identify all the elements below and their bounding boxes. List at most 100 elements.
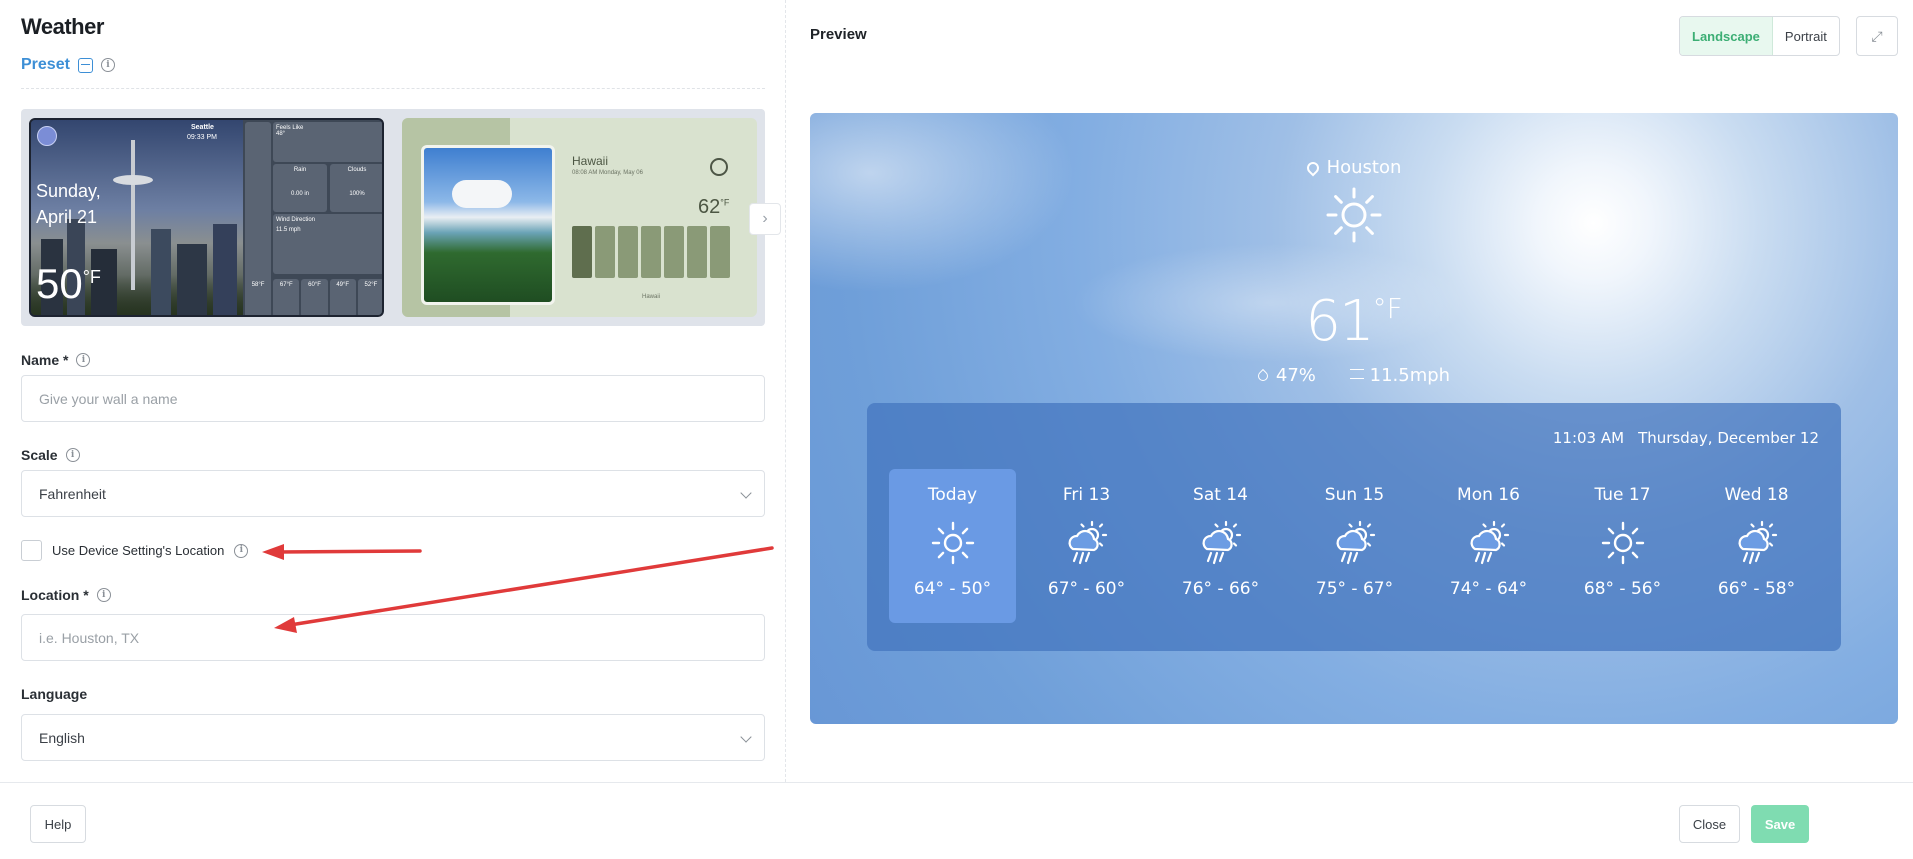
cloud-shape: [452, 180, 512, 208]
thumb-day-5: 52°F: [357, 279, 382, 315]
preview-conditions: 47% 11.5mph: [810, 365, 1898, 386]
name-label: Name *: [21, 352, 69, 368]
preview-location: Houston: [810, 157, 1898, 178]
forecast-datetime: 11:03 AM Thursday, December 12: [1553, 429, 1819, 447]
thumb-day-card: [618, 226, 638, 278]
wind-value: 11.5mph: [1369, 365, 1451, 386]
thumb-temp-unit: °F: [720, 197, 730, 208]
thumb-day-card: [687, 226, 707, 278]
thumb-day-card: [664, 226, 684, 278]
space-needle-illustration: [131, 140, 135, 290]
orientation-toggle: Landscape Portrait: [1679, 16, 1840, 56]
info-icon[interactable]: i: [65, 448, 80, 462]
wind-card: Wind Direction 11.5 mph: [273, 214, 382, 274]
sun-icon: [710, 158, 728, 176]
help-button[interactable]: Help: [30, 805, 86, 843]
forecast-day-card: Tue 17 68° - 56°: [1559, 469, 1686, 623]
thumb-day-1: 58°F: [245, 279, 272, 315]
language-label-row: Language: [21, 686, 87, 702]
wind-label: Wind Direction: [276, 217, 316, 223]
forecast-temp-range: 64° - 50°: [913, 579, 992, 599]
footer-bar: Help Close Save: [0, 782, 1913, 859]
sun-icon: [931, 521, 974, 565]
scale-select[interactable]: Fahrenheit: [21, 470, 765, 517]
info-icon[interactable]: i: [96, 588, 111, 602]
preview-temperature: 61°F: [810, 289, 1898, 354]
preset-carousel: Seattle 09:33 PM Sunday, April 21 50°F F…: [21, 109, 765, 326]
thumb-day-card: [641, 226, 661, 278]
thumb-temp-value: 62: [698, 196, 721, 218]
rain-value: 0.00 in: [290, 191, 309, 197]
preview-temp-unit: °F: [1372, 292, 1403, 325]
humidity-icon: [1255, 368, 1270, 384]
thumb-temperature: 50°F: [36, 260, 101, 308]
sun-icon: [1326, 187, 1382, 243]
device-location-checkbox[interactable]: [21, 540, 42, 561]
expand-icon[interactable]: ⤢: [1856, 16, 1898, 56]
thumb-temp-unit: °F: [82, 267, 101, 287]
preset-header: Preset i: [21, 56, 115, 74]
preset-seattle-thumbnail[interactable]: Seattle 09:33 PM Sunday, April 21 50°F F…: [29, 118, 384, 317]
location-input[interactable]: i.e. Houston, TX: [21, 614, 765, 661]
thumb-date: Sunday, April 21: [36, 178, 101, 230]
forecast-day-name: Tue 17: [1594, 485, 1651, 505]
settings-panel: Weather Preset i Seattle 09:33 PM Sunday…: [0, 0, 786, 782]
thumb-temperature: 62°F: [698, 196, 729, 219]
forecast-temp-range: 68° - 56°: [1583, 579, 1662, 599]
info-icon[interactable]: i: [234, 543, 249, 558]
portrait-button[interactable]: Portrait: [1773, 17, 1839, 55]
forecast-day-name: Fri 13: [1062, 485, 1111, 505]
forecast-day-name: Today: [927, 485, 978, 505]
forecast-day-card: Wed 18 66° - 58°: [1693, 469, 1820, 623]
language-select[interactable]: English: [21, 714, 765, 761]
sun-rain-icon: [1068, 520, 1107, 565]
chevron-down-icon: [740, 731, 752, 743]
sun-rain-icon: [1738, 520, 1777, 565]
thumb-datetime: 08:08 AM Monday, May 06: [572, 170, 643, 176]
weather-preview: Houston 61°F 47% 11.5mph 11:03 AM Thursda…: [810, 113, 1898, 724]
chevron-down-icon: [740, 487, 752, 499]
forecast-temp-range: 66° - 58°: [1717, 579, 1796, 599]
landscape-button[interactable]: Landscape: [1680, 17, 1773, 55]
forecast-temp-range: 74° - 64°: [1449, 579, 1528, 599]
info-icon[interactable]: i: [100, 58, 115, 72]
save-button[interactable]: Save: [1751, 805, 1809, 843]
forecast-temp-range: 67° - 60°: [1047, 579, 1126, 599]
thumb-time: 09:33 PM: [187, 134, 217, 141]
device-location-row: Use Device Setting's Location i: [21, 540, 249, 561]
forecast-panel: 11:03 AM Thursday, December 12 Today 64° -…: [867, 403, 1841, 651]
clouds-label: Clouds: [347, 167, 367, 173]
location-pin-icon: [1304, 159, 1322, 177]
preview-location-name: Houston: [1326, 157, 1402, 178]
carousel-next-button[interactable]: ›: [749, 203, 781, 235]
forecast-day-name: Sun 15: [1324, 485, 1385, 505]
forecast-day-name: Wed 18: [1724, 485, 1789, 505]
collapse-icon[interactable]: [77, 57, 93, 73]
wind-value: 11.5 mph: [276, 227, 301, 233]
name-input[interactable]: Give your wall a name: [21, 375, 765, 422]
thumb-forecast-row: 58°F 67°F 60°F 49°F 52°F: [245, 279, 382, 315]
close-button[interactable]: Close: [1679, 805, 1740, 843]
thumb-temp-value: 50: [36, 260, 83, 307]
info-icon[interactable]: i: [76, 353, 91, 367]
sun-rain-icon: [1470, 520, 1509, 565]
scale-value: Fahrenheit: [39, 485, 106, 502]
thumb-day-card: [710, 226, 730, 278]
forecast-day-card: Today 64° - 50°: [889, 469, 1016, 623]
page-title: Weather: [21, 14, 104, 39]
device-location-label[interactable]: Use Device Setting's Location: [52, 543, 224, 558]
scale-label-row: Scale i: [21, 447, 80, 463]
wind-item: 11.5mph: [1349, 365, 1451, 386]
language-label: Language: [21, 686, 88, 702]
forecast-day-card: Sun 15 75° - 67°: [1291, 469, 1418, 623]
wind-icon: [1349, 369, 1364, 379]
cloud-overlay: [810, 113, 1110, 313]
preset-hawaii-thumbnail[interactable]: Hawaii 08:08 AM Monday, May 06 62°F Hawa…: [402, 118, 757, 317]
forecast-temp-range: 75° - 67°: [1315, 579, 1394, 599]
thumb-day: Sunday,: [36, 181, 101, 201]
thumb-day-card: [595, 226, 615, 278]
name-label-row: Name * i: [21, 352, 91, 368]
thumb-day-3: 60°F: [301, 279, 328, 315]
thumb-footer-location: Hawaii: [642, 294, 661, 300]
thumb-forecast-row: [572, 226, 730, 278]
